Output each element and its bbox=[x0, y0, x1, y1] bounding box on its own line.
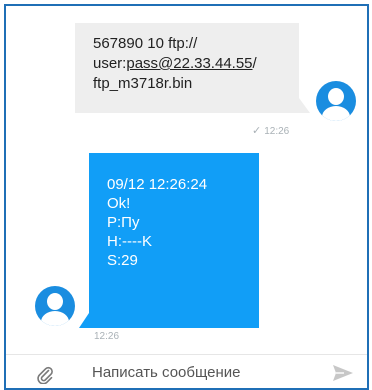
check-icon: ✓ bbox=[252, 125, 262, 137]
paperclip-icon[interactable] bbox=[36, 364, 54, 384]
message-line: ftp_m3718r.bin bbox=[93, 75, 193, 92]
incoming-message-bubble[interactable]: 09/12 12:26:24 Ok! P:Пу H:----K S:29 bbox=[89, 153, 259, 328]
person-icon-body bbox=[322, 106, 350, 121]
send-icon[interactable] bbox=[331, 363, 355, 383]
chat-window: 567890 10 ftp:// user:pass@22.33.44.55/ … bbox=[4, 4, 369, 390]
message-status: ✓ 12:26 bbox=[252, 124, 289, 137]
message-line: P:Пу bbox=[107, 214, 140, 231]
message-time: 12:26 bbox=[94, 331, 120, 342]
message-link[interactable]: pass@22.33.44.55 bbox=[126, 55, 252, 72]
person-icon-head bbox=[47, 293, 63, 310]
avatar[interactable] bbox=[316, 81, 356, 121]
avatar[interactable] bbox=[35, 286, 75, 326]
incoming-bubble-tail bbox=[79, 313, 89, 328]
message-line: H:----K bbox=[107, 233, 152, 250]
message-line: S:29 bbox=[107, 252, 138, 269]
message-line: user:pass@22.33.44.55/ bbox=[93, 55, 257, 72]
message-input[interactable] bbox=[92, 361, 312, 383]
person-icon-head bbox=[328, 88, 344, 105]
message-composer bbox=[6, 355, 367, 388]
message-line: Ok! bbox=[107, 195, 131, 212]
message-line: 567890 10 ftp:// bbox=[93, 35, 198, 52]
message-line: 09/12 12:26:24 bbox=[107, 176, 208, 193]
outgoing-message-bubble[interactable]: 567890 10 ftp:// user:pass@22.33.44.55/ … bbox=[75, 23, 299, 113]
message-time: 12:26 bbox=[264, 126, 290, 137]
outgoing-bubble-tail bbox=[299, 98, 310, 113]
person-icon-body bbox=[41, 311, 69, 326]
